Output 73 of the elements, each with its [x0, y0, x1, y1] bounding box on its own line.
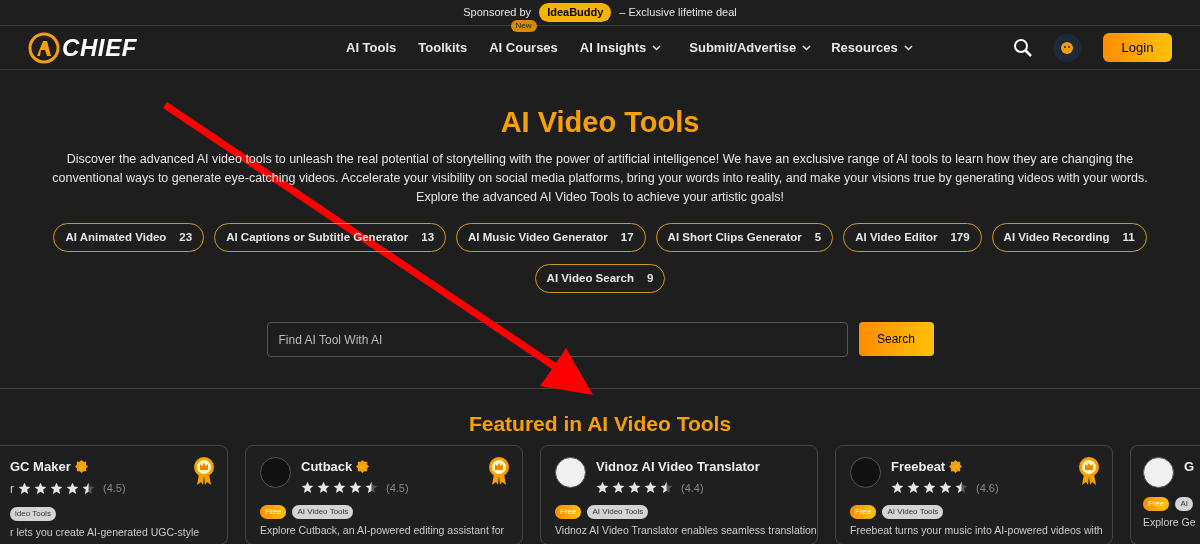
nav-link[interactable]: AI Courses [489, 37, 558, 58]
tool-name[interactable]: Cutback [301, 457, 353, 477]
nav-link[interactable]: AI Insights [579, 37, 662, 58]
tool-logo [1143, 457, 1174, 488]
star-icon [939, 481, 952, 495]
rating-score: (4.5) [386, 480, 409, 496]
tool-description: Explore Ge [1143, 516, 1196, 529]
tool-description: r lets you create AI-generated UGC-style [10, 525, 200, 539]
rating-prefix: r [10, 480, 14, 498]
nav-link[interactable]: Toolkits [418, 37, 468, 58]
tool-description: Vidnoz AI Video Translator enables seamless translation [555, 524, 817, 537]
price-tag: Free [1143, 497, 1170, 511]
tool-logo [850, 457, 881, 488]
nav-link[interactable]: Resources [831, 37, 913, 58]
tool-card[interactable]: Cutback (4.5) Free AI Video Tools Explore Cutback, an AI-powered editing assistant for [245, 445, 523, 544]
price-tag: Free [260, 505, 287, 519]
star-icon [50, 482, 63, 495]
rating-score: (4.4) [681, 480, 704, 496]
sponsor-link[interactable]: IdeaBuddy [539, 3, 612, 22]
tool-description: Freebeat turns your music into AI-powered videos with [850, 524, 1103, 537]
star-icon [349, 481, 362, 495]
tool-card[interactable]: Freebeat (4.6) Free AI Video Tools Freebeat turns your music into AI-powered videos with [835, 445, 1113, 544]
price-tag: Free [555, 505, 582, 519]
half-star-icon [955, 481, 968, 495]
rating-score: (4.6) [976, 480, 999, 496]
search-button[interactable]: Search [858, 322, 934, 356]
new-badge: New [510, 19, 537, 32]
category-tag: AI [1175, 497, 1193, 511]
tool-logo [260, 457, 291, 488]
star-icon [628, 481, 641, 495]
tool-name[interactable]: Vidnoz AI Video Translator [596, 457, 760, 477]
star-icon [923, 481, 936, 495]
category-tag: AI Video Tools [882, 505, 944, 519]
star-icon [333, 481, 346, 495]
search-field[interactable]: Find AI Tool With AI [266, 322, 848, 357]
nav-link[interactable]: AI Tools [346, 37, 397, 58]
tool-card[interactable]: Vidnoz AI Video Translator (4.4) Free AI Video Tools Vidnoz AI Video Translator enables seamless translation [540, 445, 818, 544]
category-tag: ideo Tools [10, 506, 56, 521]
star-icon [596, 481, 609, 495]
star-icon [34, 482, 47, 495]
star-icon [644, 481, 657, 495]
login-button[interactable]: Login [1103, 33, 1172, 62]
search-icon[interactable] [1013, 37, 1033, 58]
tool-logo [555, 457, 586, 488]
star-icon [66, 482, 79, 495]
category-tag: AI Video Tools [292, 505, 354, 519]
half-star-icon [660, 481, 673, 495]
logo-text[interactable]: CHIEF [62, 29, 137, 66]
tool-name[interactable]: Freebeat [891, 457, 946, 477]
category-tag: AI Video Tools [587, 505, 649, 519]
page-title: AI Video Tools [499, 105, 701, 140]
sponsor-label: Sponsored by [463, 5, 532, 21]
tool-card[interactable]: GC Maker r (4.5) ideo Tools r lets you create AI-generated UGC-style [0, 445, 228, 544]
star-icon [891, 481, 904, 495]
sponsor-deal-text: – Exclusive lifetime deal [619, 5, 737, 21]
star-icon [18, 482, 31, 495]
tool-name[interactable]: GC Maker [10, 457, 71, 477]
half-star-icon [365, 481, 378, 495]
logo-icon[interactable] [28, 31, 60, 64]
tool-description: Explore Cutback, an AI-powered editing assistant for [260, 524, 504, 537]
star-icon [907, 481, 920, 495]
tool-card[interactable]: G Free AI Explore Ge [1130, 445, 1200, 544]
avatar-button[interactable] [1053, 33, 1081, 62]
rating-score: (4.5) [103, 481, 126, 497]
section-heading: Featured in AI Video Tools [467, 411, 733, 437]
nav-link[interactable]: Submit/Advertise [689, 37, 812, 58]
tool-name[interactable]: G [1184, 457, 1195, 477]
half-star-icon [82, 482, 95, 495]
price-tag: Free [850, 505, 877, 519]
star-icon [317, 481, 330, 495]
smiley-icon [1060, 40, 1074, 55]
star-icon [612, 481, 625, 495]
star-icon [301, 481, 314, 495]
